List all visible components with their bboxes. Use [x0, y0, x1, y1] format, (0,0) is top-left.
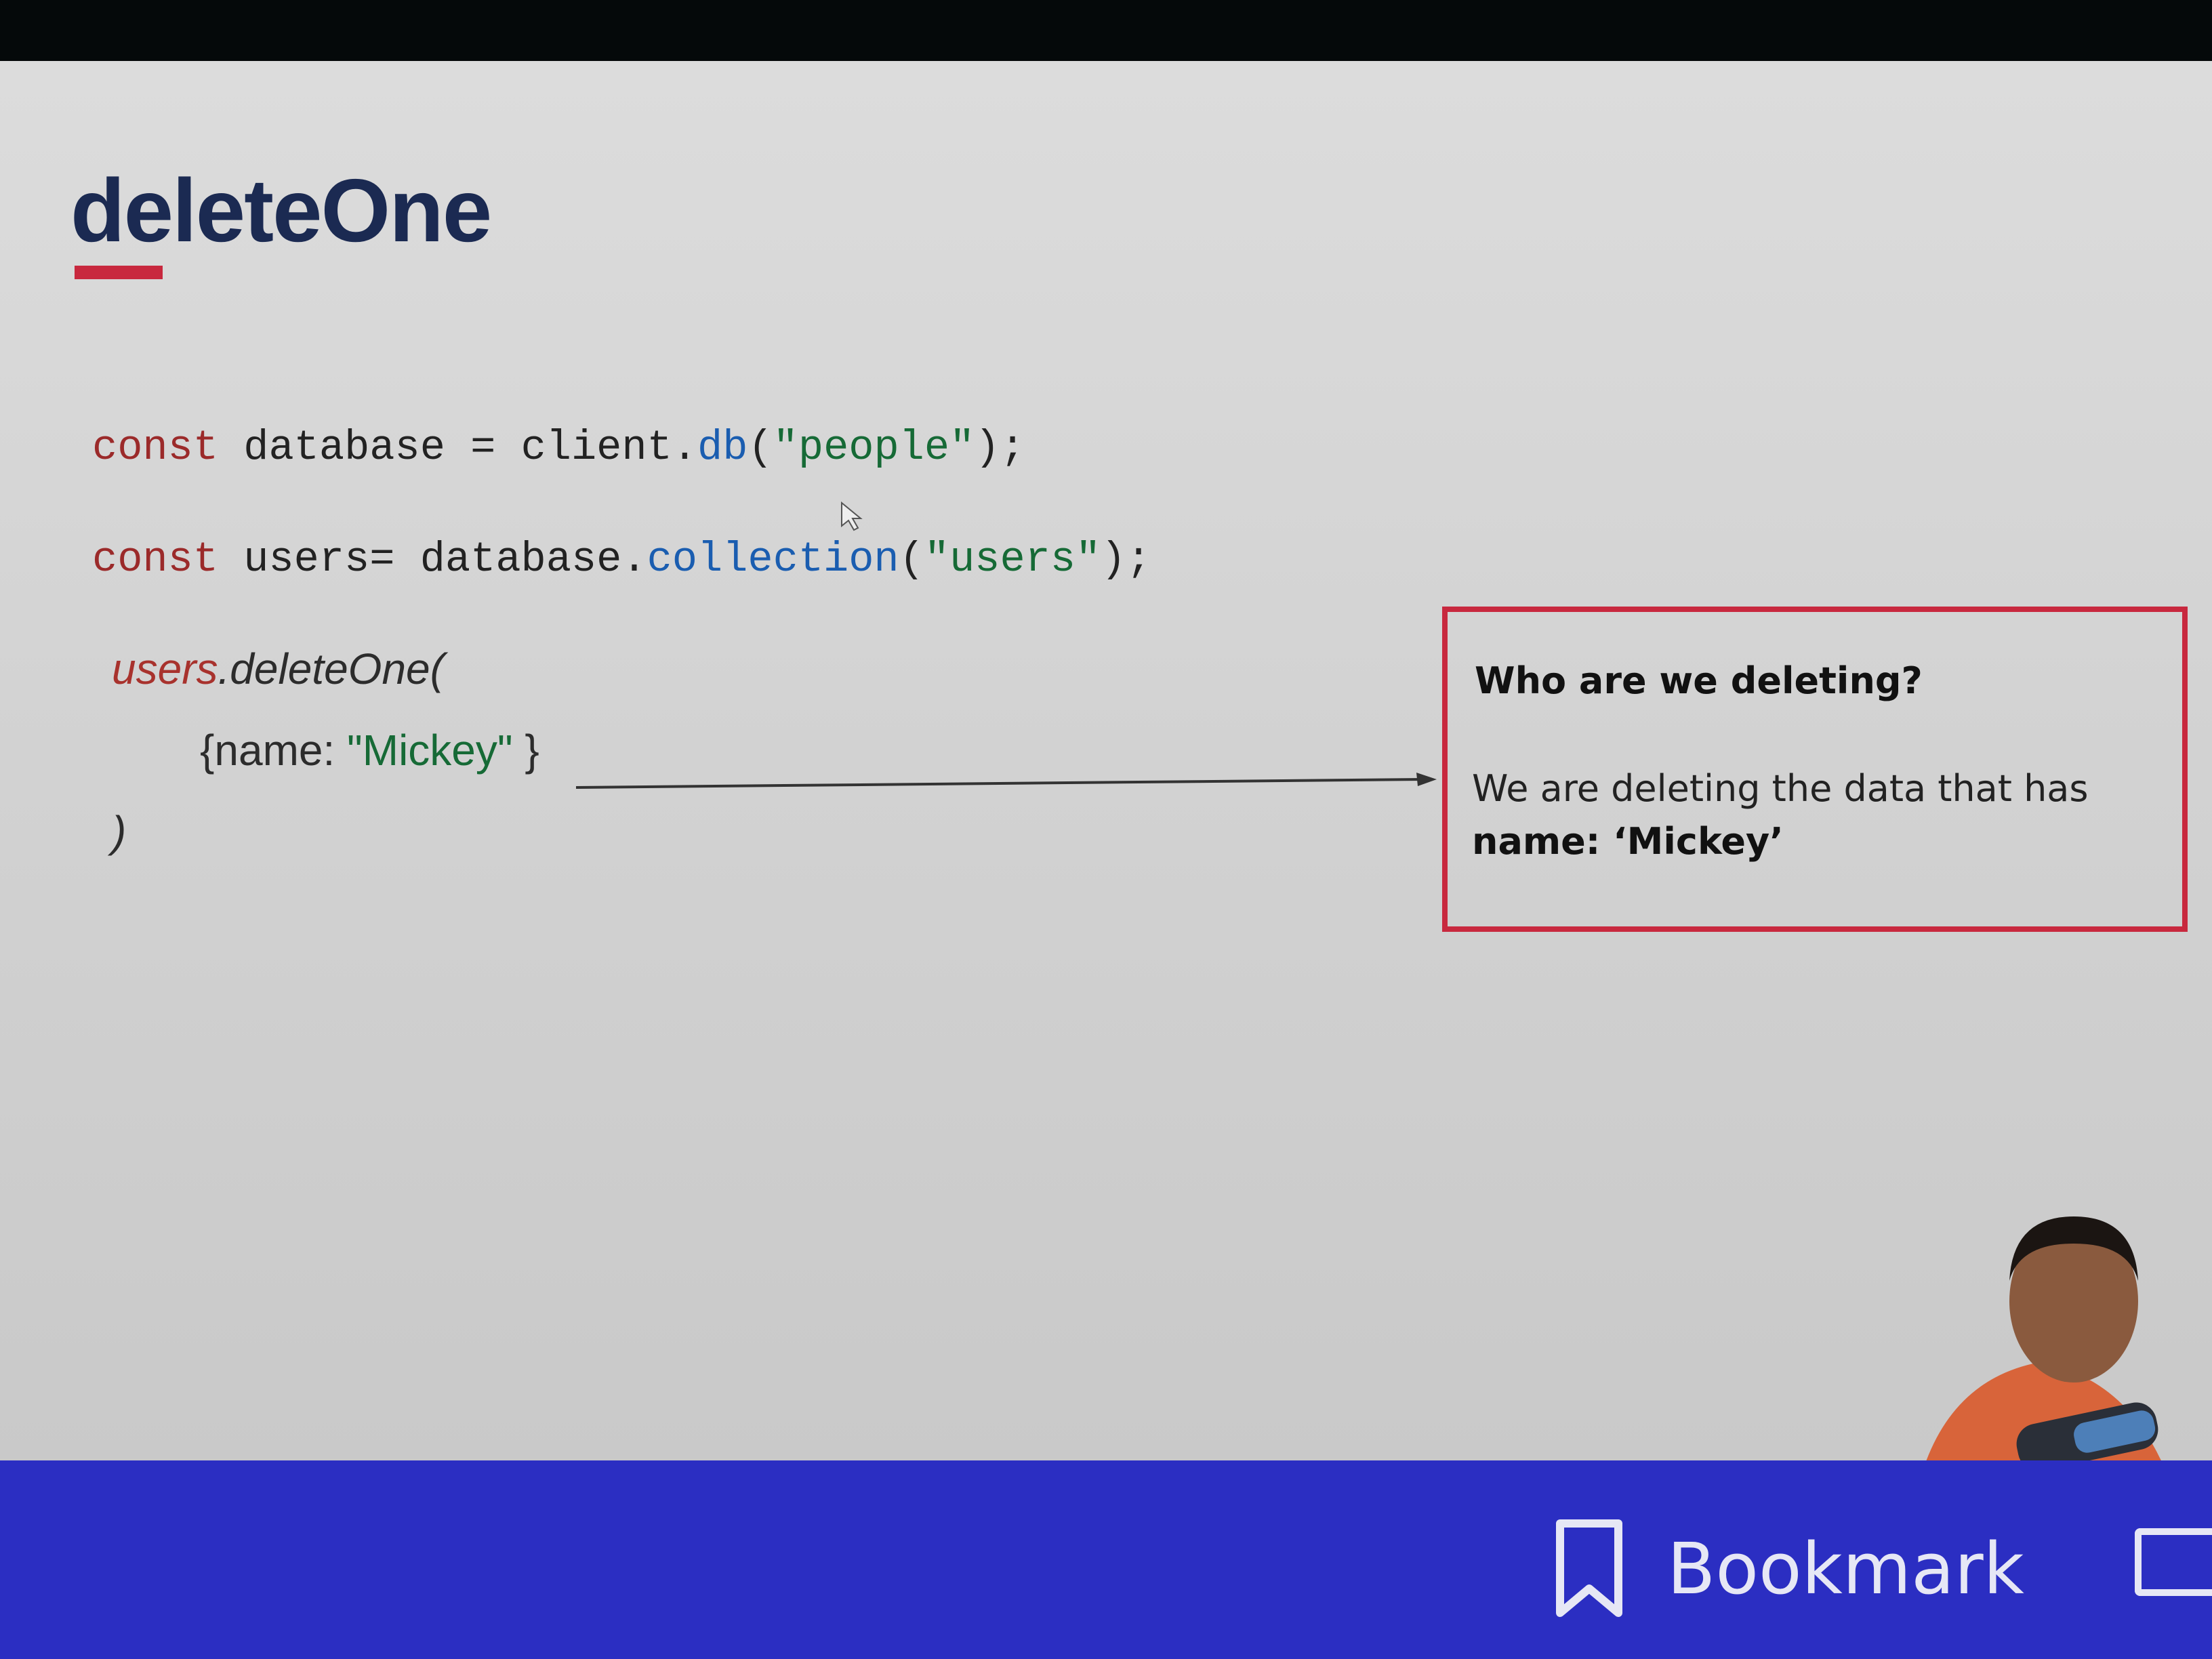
- bookmark-label: Bookmark: [1667, 1528, 2024, 1610]
- code-string: "people": [773, 424, 975, 472]
- code-variable: users=: [243, 535, 395, 583]
- code-keyword: const: [92, 424, 219, 472]
- code-paren-close: );: [975, 424, 1025, 472]
- explanation-emphasis: name: ‘Mickey’: [1472, 820, 1784, 863]
- code-line-users: const users= database.collection("users"…: [92, 535, 1151, 583]
- example-method: .deleteOne(: [218, 644, 445, 693]
- filter-close: }: [512, 726, 539, 775]
- code-object: client.: [520, 424, 698, 472]
- explanation-body: We are deleting the data that has name: …: [1472, 762, 2163, 868]
- code-object: database.: [419, 535, 647, 583]
- filter-open: {name:: [200, 726, 348, 775]
- code-variable: database: [243, 424, 445, 472]
- presentation-slide: deleteOne const database = client.db("pe…: [0, 61, 2212, 1460]
- title-underline: [75, 266, 163, 279]
- slide-title: deleteOne: [70, 161, 492, 260]
- code-paren-open: (: [899, 535, 924, 583]
- example-call-line: users.deleteOne(: [112, 644, 445, 694]
- code-operator: =: [470, 424, 496, 472]
- example-object: users: [112, 644, 218, 693]
- code-paren-close: );: [1101, 535, 1151, 583]
- code-string: "users": [924, 535, 1101, 583]
- code-paren-open: (: [747, 424, 773, 472]
- code-method: db: [697, 424, 748, 472]
- bookmark-icon: [1556, 1519, 1622, 1617]
- code-method: collection: [647, 535, 899, 583]
- player-toolbar: Bookmark: [0, 1460, 2212, 1659]
- bookmark-button[interactable]: Bookmark: [1552, 1518, 2024, 1620]
- example-filter-line: {name: "Mickey" }: [200, 725, 539, 775]
- code-line-database: const database = client.db("people");: [92, 424, 1025, 472]
- explanation-box: Who are we deleting? We are deleting the…: [1442, 607, 2188, 932]
- code-keyword: const: [92, 535, 219, 583]
- example-close-paren: ): [112, 807, 127, 856]
- mouse-cursor-icon: [841, 501, 863, 531]
- pointer-arrow: [576, 773, 1437, 789]
- explanation-heading: Who are we deleting?: [1475, 659, 1923, 702]
- explanation-text: We are deleting the data that has: [1472, 767, 2089, 810]
- presenter-webcam: [1926, 1216, 2161, 1460]
- filter-value: "Mickey": [347, 726, 513, 775]
- notes-icon[interactable]: [2135, 1528, 2212, 1596]
